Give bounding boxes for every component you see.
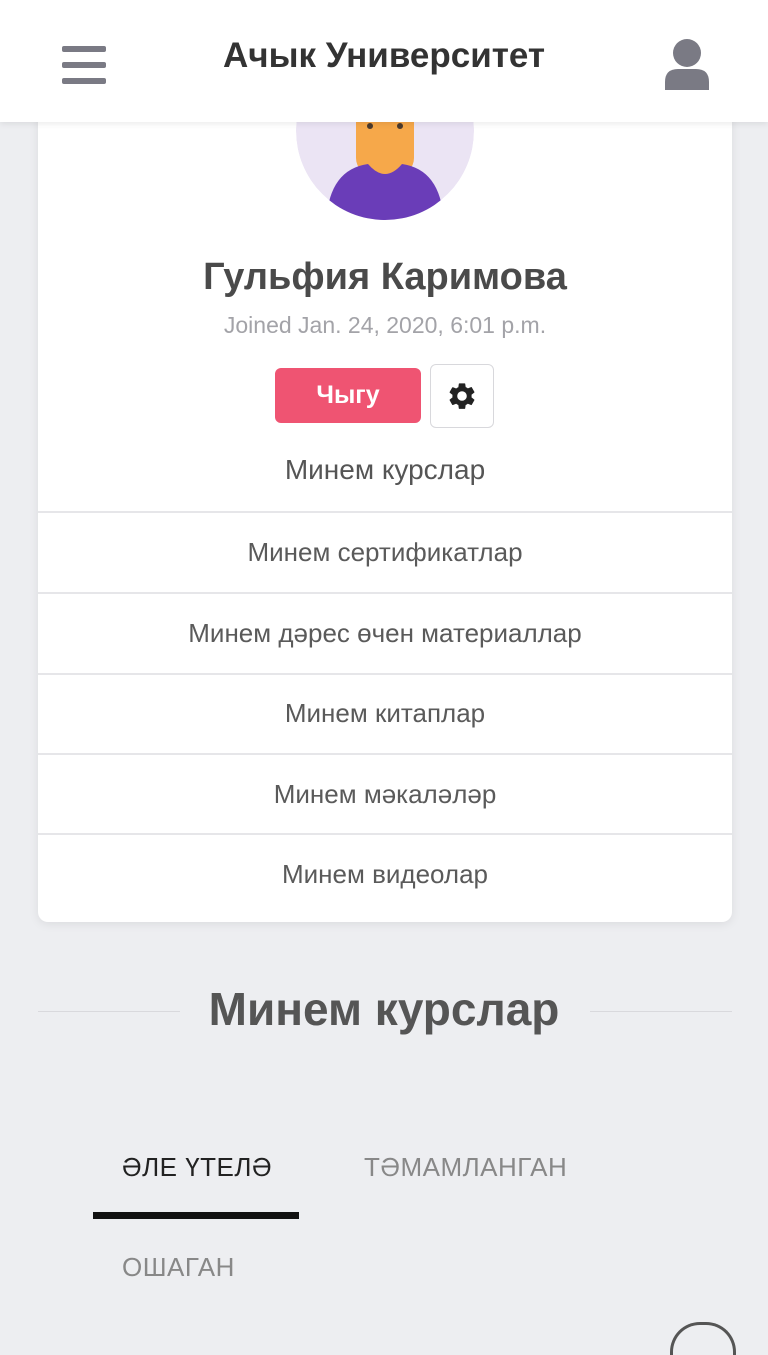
divider: [38, 511, 732, 513]
menu-item-my-certificates[interactable]: Минем сертификатлар: [38, 537, 732, 568]
menu-item-my-courses[interactable]: Минем курслар: [38, 454, 732, 486]
tab-in-progress[interactable]: ӘЛЕ ҮТЕЛӘ: [122, 1152, 272, 1183]
gear-icon: [449, 383, 475, 409]
tab-completed[interactable]: ТӘМАМЛАНГАН: [364, 1152, 567, 1183]
menu-item-my-lesson-materials[interactable]: Минем дәрес өчен материаллар: [38, 618, 732, 649]
divider: [38, 833, 732, 835]
partial-icon: [670, 1322, 736, 1355]
tab-liked[interactable]: ОШАГАН: [122, 1252, 235, 1283]
menu-item-my-books[interactable]: Минем китаплар: [38, 698, 732, 729]
divider: [38, 673, 732, 675]
joined-date: Joined Jan. 24, 2020, 6:01 p.m.: [223, 312, 547, 338]
profile-name: Гульфия Каримова: [203, 256, 567, 298]
menu-item-my-articles[interactable]: Минем мәкаләләр: [38, 779, 732, 810]
settings-button[interactable]: [430, 364, 494, 428]
profile-card: Гульфия Каримова Joined Jan. 24, 2020, 6…: [38, 60, 732, 922]
logout-button[interactable]: Чыгу: [275, 368, 421, 423]
user-profile-icon[interactable]: [664, 38, 710, 90]
divider: [38, 592, 732, 594]
top-app-bar: Ачык Университет: [0, 0, 768, 122]
menu-item-my-videos[interactable]: Минем видеолар: [38, 859, 732, 890]
section-title: Минем курслар: [208, 983, 560, 1035]
app-title: Ачык Университет: [223, 36, 545, 75]
active-tab-indicator: [93, 1212, 299, 1219]
divider: [38, 753, 732, 755]
